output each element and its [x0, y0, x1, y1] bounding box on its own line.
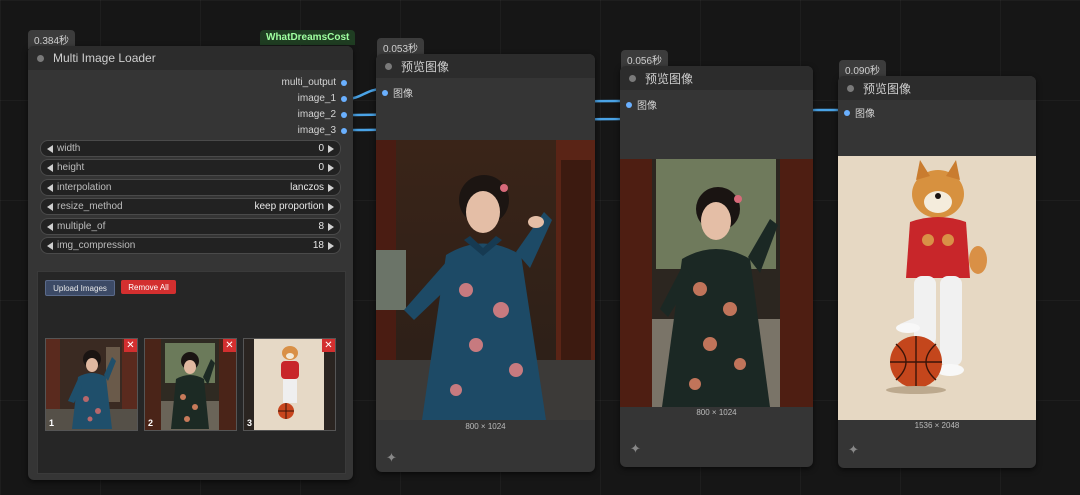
preview-2-image-art [620, 159, 813, 407]
preview-3-header[interactable]: 预览图像 [838, 76, 1036, 100]
input-port-icon[interactable] [626, 101, 632, 108]
loader-title: Multi Image Loader [53, 51, 156, 65]
widget-img-compression[interactable]: img_compression 18 [40, 237, 341, 254]
widget-label: img_compression [57, 240, 136, 251]
output-image-1[interactable]: image_1 [298, 93, 347, 104]
widget-label: multiple_of [57, 221, 106, 232]
widget-height[interactable]: height 0 [40, 159, 341, 176]
input-port-icon[interactable] [382, 89, 388, 96]
widget-value: 18 [312, 240, 324, 251]
remove-thumbnail-icon[interactable]: ✕ [124, 339, 137, 352]
output-port-icon[interactable] [341, 127, 347, 134]
output-port-icon[interactable] [341, 79, 347, 86]
collapse-dot-icon[interactable] [629, 74, 636, 82]
widget-label: resize_method [57, 201, 123, 212]
thumbnail-2-image [145, 339, 236, 430]
widget-value: 8 [318, 221, 324, 232]
preview-image-node-3[interactable]: 预览图像 图像 1536 × 2048 ✦ [838, 76, 1036, 468]
input-port-icon[interactable] [844, 109, 850, 116]
preview-1-image-art [376, 140, 595, 420]
output-multi-output[interactable]: multi_output [282, 77, 347, 88]
thumbnail-3[interactable]: ✕ 3 [243, 338, 336, 431]
widget-value: lanczos [290, 182, 324, 193]
increment-arrow-icon[interactable] [328, 241, 334, 250]
increment-arrow-icon[interactable] [328, 144, 334, 153]
increment-arrow-icon[interactable] [328, 222, 334, 231]
increment-arrow-icon[interactable] [328, 163, 334, 172]
output-label: image_2 [297, 109, 336, 120]
output-port-icon[interactable] [341, 111, 347, 118]
collapse-dot-icon[interactable] [37, 54, 44, 62]
thumbnail-number: 2 [148, 418, 154, 428]
thumbnail-number: 1 [49, 418, 55, 428]
decrement-arrow-icon[interactable] [47, 163, 53, 172]
preview-2-dimensions: 800 × 1024 [696, 408, 737, 417]
preview-image-node-2[interactable]: 预览图像 图像 800 × 1024 ✦ [620, 66, 813, 467]
increment-arrow-icon[interactable] [328, 183, 334, 192]
remove-thumbnail-icon[interactable]: ✕ [322, 339, 335, 352]
widget-label: height [57, 162, 85, 173]
thumbnail-number: 3 [247, 418, 253, 428]
preview-1-input[interactable]: 图像 [382, 85, 413, 100]
widget-value: keep proportion [254, 201, 325, 212]
input-label: 图像 [855, 109, 875, 120]
widget-label: interpolation [57, 182, 112, 193]
thumbnail-1-image [46, 339, 137, 430]
sparkle-icon[interactable]: ✦ [386, 450, 397, 466]
preview-3-image-art [838, 156, 1036, 420]
input-label: 图像 [393, 89, 413, 100]
preview-image-node-1[interactable]: 预览图像 图像 800 × 1024 ✦ [376, 54, 595, 472]
preview-1-title: 预览图像 [401, 59, 450, 74]
output-port-icon[interactable] [341, 95, 347, 102]
output-image-3[interactable]: image_3 [298, 125, 347, 136]
collapse-dot-icon[interactable] [385, 62, 392, 70]
input-label: 图像 [637, 101, 657, 112]
preview-2-header[interactable]: 预览图像 [620, 66, 813, 90]
collapse-dot-icon[interactable] [847, 84, 854, 92]
remove-all-button[interactable]: Remove All [121, 280, 176, 294]
preview-1-header[interactable]: 预览图像 [376, 54, 595, 78]
decrement-arrow-icon[interactable] [47, 241, 53, 250]
preview-2-title: 预览图像 [645, 71, 694, 86]
widget-value: 0 [318, 162, 324, 173]
decrement-arrow-icon[interactable] [47, 144, 53, 153]
thumbnail-2[interactable]: ✕ 2 [144, 338, 237, 431]
preview-3-image [838, 156, 1036, 420]
preview-2-image [620, 159, 813, 407]
widget-label: width [57, 143, 81, 154]
loader-header[interactable]: Multi Image Loader [28, 46, 353, 70]
multi-image-loader-node[interactable]: Multi Image Loader multi_output image_1 … [28, 46, 353, 480]
thumbnail-3-image [244, 339, 335, 430]
preview-2-input[interactable]: 图像 [626, 97, 657, 112]
increment-arrow-icon[interactable] [328, 202, 334, 211]
source-badge: WhatDreamsCost [260, 30, 356, 45]
output-image-2[interactable]: image_2 [298, 109, 347, 120]
widget-interpolation[interactable]: interpolation lanczos [40, 179, 341, 196]
sparkle-icon[interactable]: ✦ [848, 442, 859, 458]
sparkle-icon[interactable]: ✦ [630, 441, 641, 457]
preview-3-input[interactable]: 图像 [844, 105, 875, 120]
widget-value: 0 [318, 143, 324, 154]
output-label: image_3 [297, 125, 336, 136]
decrement-arrow-icon[interactable] [47, 183, 53, 192]
thumbnail-1[interactable]: ✕ 1 [45, 338, 138, 431]
widget-resize-method[interactable]: resize_method keep proportion [40, 198, 341, 215]
output-label: multi_output [281, 77, 336, 88]
upload-panel: Upload Images Remove All ✕ 1 ✕ 2 ✕ 3 [37, 271, 346, 474]
remove-thumbnail-icon[interactable]: ✕ [223, 339, 236, 352]
widget-multiple-of[interactable]: multiple_of 8 [40, 218, 341, 235]
upload-images-button[interactable]: Upload Images [45, 280, 115, 296]
output-label: image_1 [297, 93, 336, 104]
preview-1-image [376, 140, 595, 420]
widget-width[interactable]: width 0 [40, 140, 341, 157]
decrement-arrow-icon[interactable] [47, 202, 53, 211]
decrement-arrow-icon[interactable] [47, 222, 53, 231]
preview-1-dimensions: 800 × 1024 [465, 422, 506, 431]
preview-3-title: 预览图像 [863, 81, 912, 96]
preview-3-dimensions: 1536 × 2048 [914, 421, 960, 430]
